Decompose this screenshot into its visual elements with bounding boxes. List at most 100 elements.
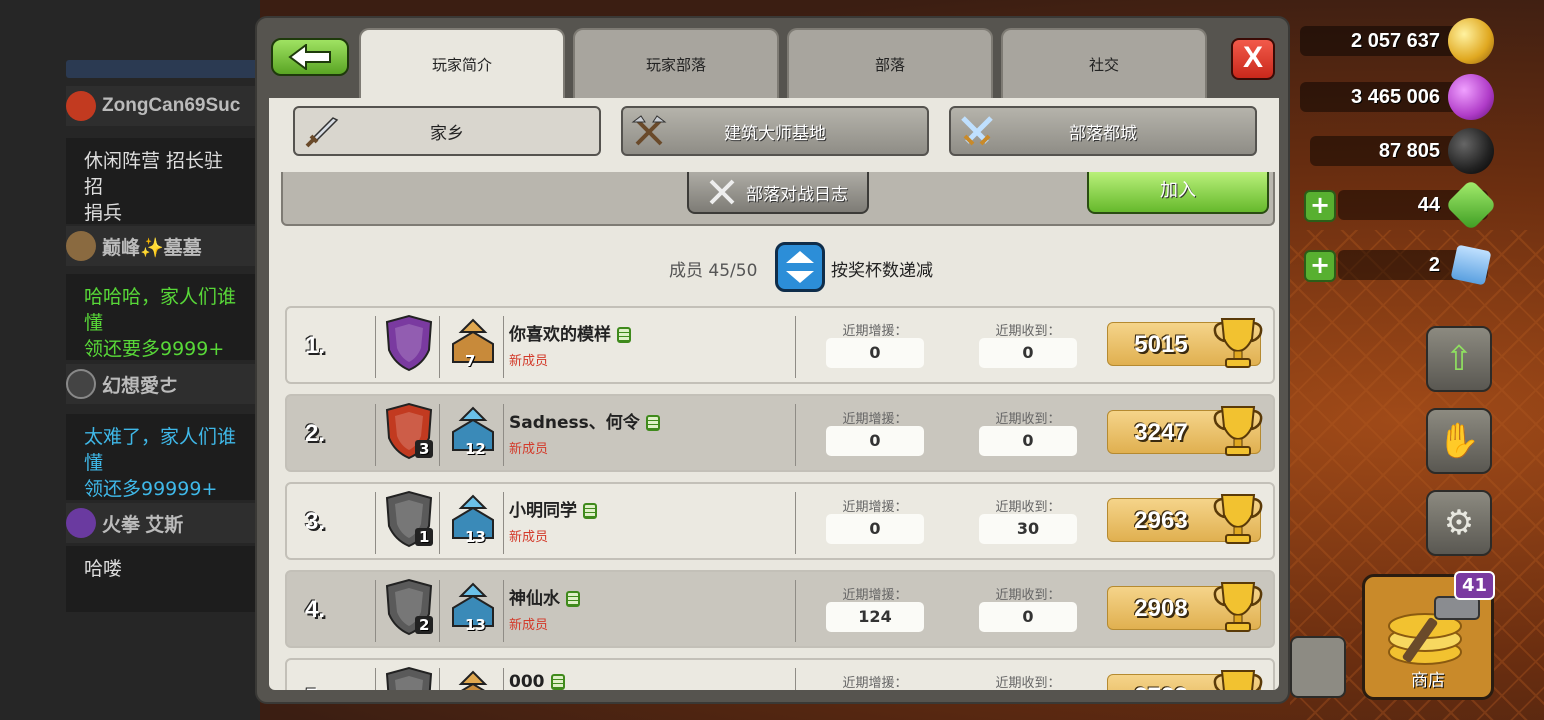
donated-label: 近期增援： bbox=[842, 324, 908, 339]
member-row[interactable]: 4. 2 13 神仙水 新成员 近期增援： 124 近期收到： 0 2908 bbox=[285, 570, 1275, 648]
member-rank: 5. bbox=[305, 684, 325, 690]
divider bbox=[503, 668, 504, 690]
war-swords-icon bbox=[709, 179, 735, 205]
member-row[interactable]: 3. 1 13 小明同学 新成员 近期增援： 0 近期收到： 30 2963 bbox=[285, 482, 1275, 560]
buy-gems-button[interactable]: + bbox=[1304, 190, 1336, 222]
donated-label: 近期增援： bbox=[842, 500, 908, 515]
sword-icon bbox=[305, 117, 339, 148]
upgrade-builder-button[interactable]: ⇧ bbox=[1426, 326, 1492, 392]
player-name[interactable]: 你喜欢的模样 bbox=[509, 320, 631, 345]
member-rank: 1. bbox=[305, 332, 326, 359]
divider bbox=[795, 580, 796, 642]
donated-value: 0 bbox=[826, 514, 924, 544]
donated-label: 近期增援： bbox=[842, 676, 908, 690]
league-level: 3 bbox=[415, 440, 434, 458]
received-label: 近期收到： bbox=[995, 412, 1061, 427]
gold-coin-icon bbox=[1448, 18, 1494, 64]
player-name[interactable]: 000 bbox=[509, 672, 565, 690]
crossed-swords-icon bbox=[961, 116, 993, 146]
note-icon bbox=[583, 503, 597, 519]
members-count: 成员 45/50 bbox=[669, 261, 758, 281]
trophy-value: 2908 bbox=[1134, 595, 1188, 622]
player-name[interactable]: Sadness、何令 bbox=[509, 408, 660, 433]
member-rank: 2. bbox=[305, 420, 326, 447]
member-role: 新成员 bbox=[509, 618, 549, 633]
hand-move-icon: ✋ bbox=[1437, 421, 1481, 461]
legend-badge-icon bbox=[66, 91, 96, 121]
chat-sender[interactable]: 巅峰✨墓墓 bbox=[66, 226, 260, 266]
member-rank: 4. bbox=[305, 596, 326, 623]
trophy-value: 2723 bbox=[1108, 675, 1214, 690]
divider bbox=[439, 492, 440, 554]
subtab-builder-base[interactable]: 建筑大师基地 bbox=[621, 106, 929, 156]
gems-counter: 44 bbox=[1338, 178, 1498, 232]
shop-button[interactable]: 商店 41 bbox=[1362, 571, 1495, 700]
trophy-value: 3247 bbox=[1134, 419, 1188, 446]
back-button[interactable] bbox=[271, 38, 349, 76]
trophy-value: 5015 bbox=[1134, 331, 1188, 358]
trophy-icon bbox=[1213, 406, 1263, 456]
clan-members-panel: 家乡 建筑大师基地 部落都城 部落对战日志 加入 成员 45/50 按奖杯数递减… bbox=[269, 98, 1279, 690]
chat-sender[interactable]: ZongCan69Suc bbox=[66, 86, 260, 126]
shop-notification-badge: 41 bbox=[1453, 571, 1495, 600]
magic-items-counter: 2 bbox=[1338, 244, 1492, 286]
divider bbox=[375, 668, 376, 690]
gold-counter: 2 057 637 bbox=[1300, 18, 1494, 64]
town-hall-level: 13 bbox=[465, 528, 486, 546]
member-role: 新成员 bbox=[509, 530, 549, 545]
note-icon bbox=[566, 591, 580, 607]
divider bbox=[795, 492, 796, 554]
chat-message: 休闲阵营 招长驻 招 捐兵 bbox=[66, 138, 260, 224]
tab-player-clan[interactable]: 玩家部落 bbox=[573, 28, 779, 100]
trophy-icon bbox=[1213, 318, 1263, 368]
shield-badge-icon bbox=[66, 369, 96, 399]
settings-button[interactable]: ⚙ bbox=[1426, 490, 1492, 556]
member-row[interactable]: 5. 000 近期增援： 近期收到： 2723 bbox=[285, 658, 1275, 690]
divider bbox=[439, 668, 440, 690]
trophy-count: 3247 bbox=[1107, 406, 1263, 456]
divider bbox=[439, 580, 440, 642]
chat-sender[interactable]: 幻想愛ㄜ bbox=[66, 364, 260, 404]
tab-player-profile[interactable]: 玩家简介 bbox=[359, 28, 565, 108]
chat-scroll-indicator bbox=[66, 60, 260, 78]
chat-message: 哈喽 bbox=[66, 546, 260, 612]
close-button[interactable]: X bbox=[1231, 38, 1275, 80]
buy-magic-items-button[interactable]: + bbox=[1304, 250, 1336, 282]
divider bbox=[795, 316, 796, 378]
trophy-value: 2963 bbox=[1134, 507, 1188, 534]
divider bbox=[375, 492, 376, 554]
clipboard-button[interactable] bbox=[1290, 636, 1346, 698]
shield-badge-icon bbox=[66, 508, 96, 538]
received-label: 近期收到： bbox=[995, 324, 1061, 339]
trophy-icon bbox=[1213, 670, 1263, 690]
upgrade-arrows-icon: ⇧ bbox=[1444, 339, 1474, 379]
tab-clans[interactable]: 部落 bbox=[787, 28, 993, 100]
sort-toggle-button[interactable] bbox=[775, 242, 825, 292]
town-hall-icon bbox=[458, 670, 488, 690]
join-clan-button[interactable]: 加入 bbox=[1087, 172, 1269, 214]
chat-sender[interactable]: 火拳 艾斯 bbox=[66, 503, 260, 543]
edit-layout-button[interactable]: ✋ bbox=[1426, 408, 1492, 474]
member-row[interactable]: 2. 3 12 Sadness、何令 新成员 近期增援： 0 近期收到： 0 3… bbox=[285, 394, 1275, 472]
chat-panel: ZongCan69Suc 休闲阵营 招长驻 招 捐兵 巅峰✨墓墓 哈哈哈，家人们… bbox=[0, 0, 260, 720]
received-label: 近期收到： bbox=[995, 500, 1061, 515]
divider bbox=[503, 492, 504, 554]
dark-elixir-drop-icon bbox=[1448, 128, 1494, 174]
player-name[interactable]: 小明同学 bbox=[509, 496, 597, 521]
subtab-clan-capital[interactable]: 部落都城 bbox=[949, 106, 1257, 156]
note-icon bbox=[617, 327, 631, 343]
member-row[interactable]: 1. 7 你喜欢的模样 新成员 近期增援： 0 近期收到： 0 5015 bbox=[285, 306, 1275, 384]
player-name[interactable]: 神仙水 bbox=[509, 584, 580, 609]
elixir-drop-icon bbox=[1448, 74, 1494, 120]
subtab-home-village[interactable]: 家乡 bbox=[293, 106, 601, 156]
league-level: 2 bbox=[415, 616, 434, 634]
tab-social[interactable]: 社交 bbox=[1001, 28, 1207, 100]
divider bbox=[375, 316, 376, 378]
war-log-button[interactable]: 部落对战日志 bbox=[687, 172, 869, 214]
chat-message: 哈哈哈，家人们谁懂 领还要多9999+ bbox=[66, 274, 260, 360]
received-value: 0 bbox=[979, 426, 1077, 456]
player-profile-dialog: 玩家简介 玩家部落 部落 社交 X 家乡 建筑大师基地 部落都城 部落对战日志 … bbox=[255, 16, 1290, 704]
trophy-count: 2723 bbox=[1107, 670, 1263, 690]
note-icon bbox=[550, 674, 565, 690]
trophy-count: 2963 bbox=[1107, 494, 1263, 544]
